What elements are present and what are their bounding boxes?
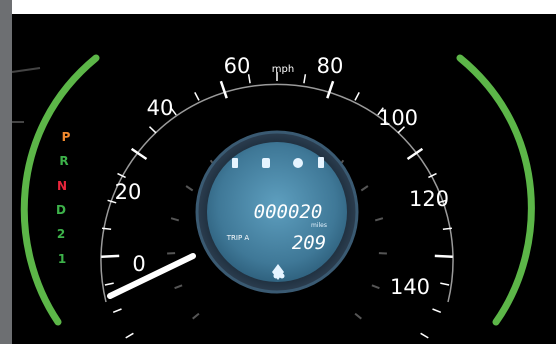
minor-tick: [440, 282, 450, 286]
minor-tick: [432, 308, 442, 313]
gear-2: 2: [57, 227, 65, 241]
right-green-arc: [456, 54, 535, 326]
odometer-value: 000020: [254, 201, 323, 223]
speed-label-0: 0: [132, 252, 145, 276]
odometer-unit: miles: [311, 222, 327, 229]
gear-n: N: [57, 179, 67, 193]
inner-tick: [371, 284, 380, 290]
gear-d: D: [56, 203, 66, 217]
major-tick: [434, 254, 453, 259]
inner-tick: [185, 185, 194, 192]
status-icon-3: [293, 158, 303, 168]
inner-tick: [360, 185, 369, 192]
speed-label-120: 120: [409, 187, 449, 211]
minor-tick: [442, 227, 452, 231]
inner-tick: [192, 312, 200, 320]
speed-label-140: 140: [390, 275, 430, 299]
background-detail-left: [11, 67, 41, 73]
gear-indicator: P R N D 2 1: [56, 130, 71, 266]
inner-tick: [174, 284, 183, 290]
speed-label-20: 20: [115, 180, 142, 204]
inner-tick: [374, 217, 384, 222]
minor-tick: [148, 126, 157, 134]
speedometer-needle: [107, 253, 196, 299]
speed-label-100: 100: [378, 106, 418, 130]
trip-label: TRIP A: [226, 234, 250, 242]
minor-tick: [194, 92, 200, 101]
minor-tick: [354, 92, 360, 101]
gear-1: 1: [58, 252, 66, 266]
instrument-cluster: 0 20 40 60 80 100 120 140 mph P R N D 2 …: [0, 0, 556, 344]
speed-label-80: 80: [317, 54, 344, 78]
major-tick: [101, 254, 120, 259]
minor-tick: [420, 332, 429, 339]
speed-label-40: 40: [147, 96, 174, 120]
inner-tick: [170, 217, 180, 222]
minor-tick: [303, 74, 307, 84]
major-tick: [326, 80, 335, 99]
inner-tick: [354, 312, 362, 320]
status-icon-1: [232, 158, 238, 168]
status-icon-2: [262, 158, 270, 168]
minor-tick: [104, 282, 114, 286]
unit-label: mph: [272, 64, 294, 75]
gauge-svg: 0 20 40 60 80 100 120 140 mph P R N D 2 …: [11, 54, 535, 339]
minor-tick: [102, 227, 112, 231]
speed-label-60: 60: [224, 54, 251, 78]
trip-value: 209: [292, 232, 326, 254]
status-icon-4: [318, 157, 324, 168]
gear-r: R: [59, 154, 68, 168]
minor-tick: [112, 308, 122, 313]
minor-tick: [125, 332, 134, 339]
major-tick: [219, 80, 228, 99]
gear-p: P: [62, 130, 71, 144]
